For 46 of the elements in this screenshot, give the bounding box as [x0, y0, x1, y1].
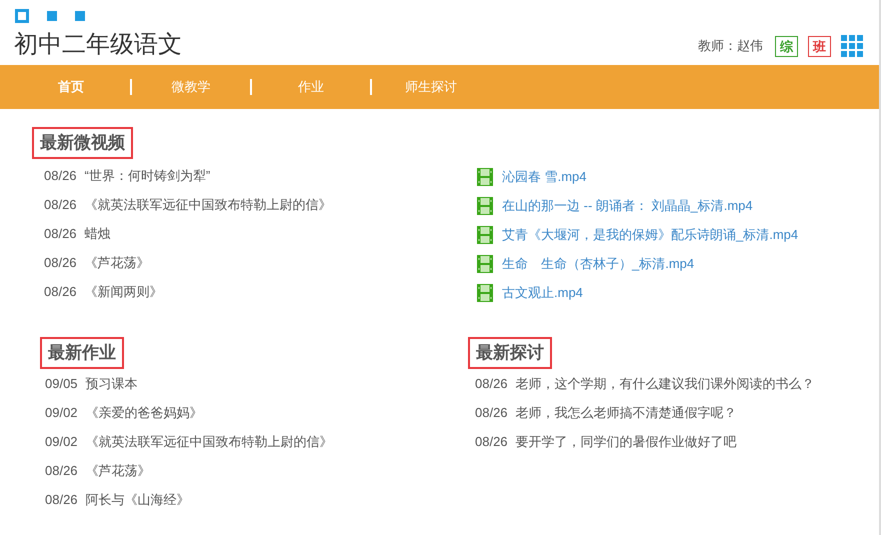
section-heading: 最新探讨 — [468, 337, 552, 369]
section-heading: 最新微视频 — [32, 127, 133, 159]
item-link[interactable]: 老师，我怎么老师搞不清楚通假字呢？ — [516, 402, 737, 422]
item-link[interactable]: 《新闻两则》 — [84, 282, 163, 302]
teacher-label: 教师：赵伟 — [698, 37, 763, 56]
item-link[interactable]: 预习课本 — [86, 374, 138, 394]
page-title: 初中二年级语文 — [14, 33, 182, 57]
item-date: 08/26 — [44, 224, 77, 243]
item-link[interactable]: “世界：何时铸剑为犁” — [84, 166, 210, 186]
square-icon — [15, 9, 29, 23]
grid-icon[interactable] — [841, 35, 863, 57]
item-link[interactable]: 要开学了，同学们的暑假作业做好了吧 — [516, 432, 737, 452]
item-date: 08/26 — [475, 404, 508, 422]
section-heading: 最新作业 — [40, 337, 124, 369]
film-icon — [477, 168, 493, 186]
video-file-link[interactable]: 艾青《大堰河，是我的保姆》配乐诗朗诵_标清.mp4 — [502, 224, 798, 244]
item-link[interactable]: 阿长与《山海经》 — [86, 490, 190, 510]
item-date: 08/26 — [44, 166, 77, 185]
item-date: 08/26 — [475, 374, 508, 393]
square-icon — [75, 11, 85, 21]
square-icon — [47, 11, 57, 21]
video-file-link[interactable]: 古文观止.mp4 — [502, 282, 583, 302]
item-date: 09/02 — [45, 404, 78, 422]
item-link[interactable]: 《芦花荡》 — [86, 460, 151, 480]
item-link[interactable]: 蜡烛 — [84, 224, 111, 244]
film-icon — [477, 284, 493, 302]
item-link[interactable]: 《亲爱的爸爸妈妈》 — [86, 402, 203, 422]
item-date: 09/05 — [45, 374, 78, 393]
video-file-link[interactable]: 生命 生命（杏林子）_标清.mp4 — [502, 254, 694, 274]
video-file-link[interactable]: 在山的那一边 -- 朗诵者： 刘晶晶_标清.mp4 — [502, 196, 753, 216]
item-date: 08/26 — [44, 196, 77, 214]
item-link[interactable]: 老师，这个学期，有什么建议我们课外阅读的书么？ — [516, 374, 815, 394]
item-date: 08/26 — [45, 490, 78, 509]
item-date: 08/26 — [475, 432, 508, 451]
item-date: 08/26 — [44, 254, 77, 272]
film-icon — [477, 196, 493, 214]
item-date: 08/26 — [45, 462, 78, 480]
item-link[interactable]: 《芦花荡》 — [84, 252, 150, 272]
item-link[interactable]: 《就英法联军远征中国致布特勒上尉的信》 — [84, 194, 332, 214]
item-date: 09/02 — [45, 432, 78, 451]
badge-button[interactable]: 班 — [808, 36, 831, 56]
video-file-link[interactable]: 沁园春 雪.mp4 — [502, 166, 587, 186]
item-date: 08/26 — [44, 282, 77, 301]
film-icon — [477, 226, 493, 244]
item-link[interactable]: 《就英法联军远征中国致布特勒上尉的信》 — [86, 432, 333, 452]
film-icon — [477, 254, 493, 272]
